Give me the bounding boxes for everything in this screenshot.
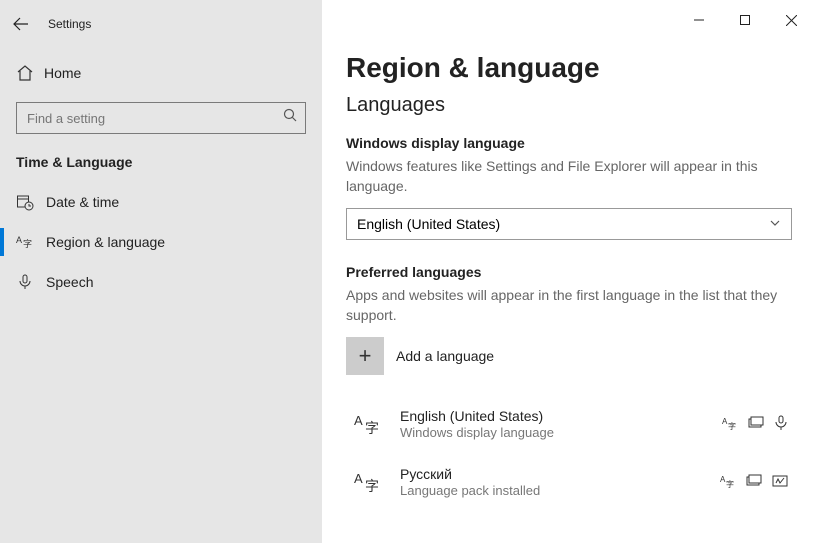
chevron-down-icon (769, 216, 781, 232)
svg-text:字: 字 (728, 421, 736, 431)
languages-heading: Languages (346, 94, 792, 117)
display-language-badge-icon: A字 (720, 473, 736, 492)
svg-text:字: 字 (726, 479, 734, 489)
language-name: English (United States) (400, 407, 554, 425)
language-subtitle: Windows display language (400, 425, 554, 442)
language-subtitle: Language pack installed (400, 483, 540, 500)
handwriting-badge-icon (772, 473, 788, 492)
home-label: Home (44, 65, 81, 81)
add-language-label: Add a language (396, 348, 494, 364)
speech-badge-icon (774, 415, 788, 434)
sidebar-item-date-time[interactable]: Date & time (0, 182, 306, 222)
language-icon: A字 (16, 233, 46, 251)
svg-text:字: 字 (365, 478, 379, 494)
sidebar-item-region-language[interactable]: A字 Region & language (0, 222, 306, 262)
svg-text:A: A (16, 235, 22, 245)
close-button[interactable] (768, 6, 814, 34)
maximize-button[interactable] (722, 6, 768, 34)
search-input[interactable] (16, 102, 306, 134)
sidebar-item-label: Speech (46, 274, 93, 290)
language-pack-badge-icon (746, 473, 762, 492)
language-badges: A字 (722, 415, 788, 434)
calendar-clock-icon (16, 193, 46, 211)
language-icon: A字 (350, 405, 388, 443)
sidebar-item-label: Region & language (46, 234, 165, 250)
display-language-desc: Windows features like Settings and File … (346, 157, 792, 196)
sidebar-section-title: Time & Language (16, 154, 306, 170)
language-item-english[interactable]: A字 English (United States) Windows displ… (346, 395, 792, 453)
svg-text:字: 字 (365, 420, 379, 436)
preferred-languages-heading: Preferred languages (346, 264, 792, 280)
svg-text:A: A (354, 413, 363, 428)
dropdown-selected-value: English (United States) (357, 216, 500, 232)
sidebar-item-speech[interactable]: Speech (0, 262, 306, 302)
svg-text:A: A (354, 471, 363, 486)
display-language-badge-icon: A字 (722, 415, 738, 434)
sidebar-item-home[interactable]: Home (16, 54, 306, 92)
language-badges: A字 (720, 473, 788, 492)
window-controls (676, 6, 814, 34)
back-button[interactable] (0, 16, 42, 32)
search-icon (283, 108, 298, 128)
search-box (16, 102, 306, 134)
main-content: Region & language Languages Windows disp… (322, 0, 818, 543)
plus-icon: + (346, 337, 384, 375)
add-language-button[interactable]: + Add a language (346, 337, 792, 375)
titlebar: Settings (0, 8, 322, 40)
minimize-button[interactable] (676, 6, 722, 34)
language-item-russian[interactable]: A字 Русский Language pack installed A字 (346, 453, 792, 511)
window-title: Settings (48, 17, 91, 31)
display-language-heading: Windows display language (346, 135, 792, 151)
preferred-languages-desc: Apps and websites will appear in the fir… (346, 286, 792, 325)
microphone-icon (16, 273, 46, 291)
page-title: Region & language (346, 52, 792, 84)
language-pack-badge-icon (748, 415, 764, 434)
svg-text:字: 字 (23, 238, 32, 249)
home-icon (16, 64, 44, 82)
display-language-dropdown[interactable]: English (United States) (346, 208, 792, 240)
language-icon: A字 (350, 463, 388, 501)
sidebar-item-label: Date & time (46, 194, 119, 210)
sidebar: Settings Home Time & Language Date & tim… (0, 0, 322, 543)
language-name: Русский (400, 465, 540, 483)
